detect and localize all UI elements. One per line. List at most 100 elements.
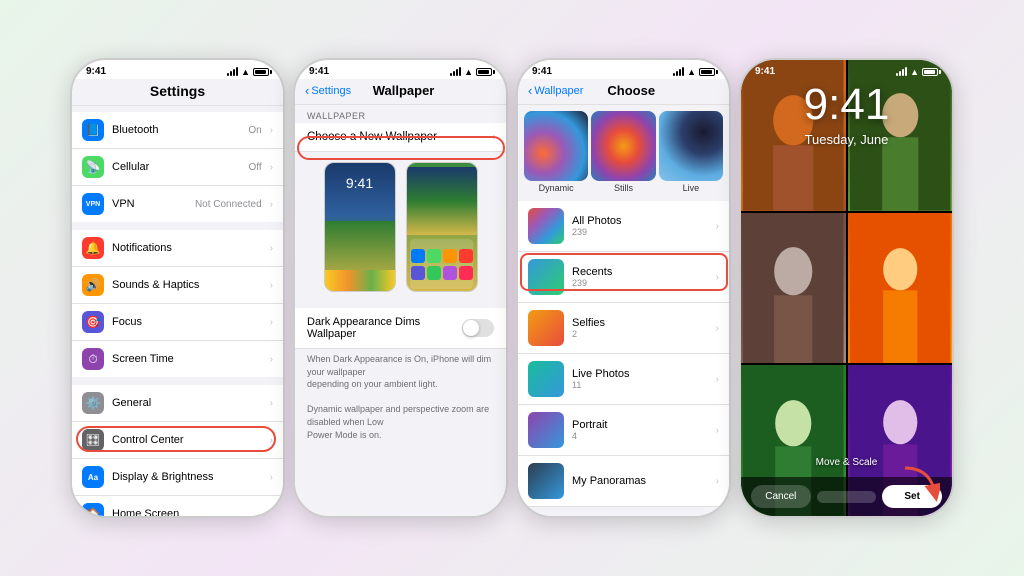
category-dynamic[interactable]: Dynamic — [524, 111, 588, 195]
phone-settings: 9:41 ▲ Settings — [70, 58, 285, 518]
live-label: Live — [659, 181, 723, 195]
settings-item-screentime[interactable]: ⏱ Screen Time › — [72, 341, 283, 377]
screentime-label: Screen Time — [112, 353, 262, 365]
battery-icon-4 — [922, 68, 938, 76]
recents-info: Recents 239 — [572, 266, 708, 288]
desc-line2: depending on your ambient light. — [307, 379, 438, 389]
wallpaper-date: Tuesday, June — [741, 132, 952, 147]
bluetooth-value: On — [248, 125, 261, 136]
wallpaper-time: 9:41 — [741, 80, 952, 130]
controlcenter-icon: 🎛 — [82, 429, 104, 451]
status-time-2: 9:41 — [309, 66, 329, 77]
settings-item-sounds[interactable]: 🔊 Sounds & Haptics › — [72, 267, 283, 304]
back-button-2[interactable]: ‹ Settings — [305, 83, 351, 98]
status-bar-3: 9:41 ▲ — [518, 60, 729, 79]
recents-count: 239 — [572, 278, 708, 288]
status-icons-2: ▲ — [450, 67, 492, 77]
album-recents[interactable]: Recents 239 › — [518, 252, 729, 303]
settings-item-general[interactable]: ⚙️ General › — [72, 385, 283, 422]
stills-label: Stills — [591, 181, 655, 195]
selfies-info: Selfies 2 — [572, 317, 708, 339]
category-stills[interactable]: Stills — [591, 111, 655, 195]
status-bar-1: 9:41 ▲ — [72, 60, 283, 79]
panoramas-chevron: › — [716, 476, 719, 487]
settings-item-homescreen[interactable]: 🏠 Home Screen › — [72, 496, 283, 516]
vpn-value: Not Connected — [195, 199, 262, 210]
panoramas-thumb — [528, 463, 564, 499]
back-button-3[interactable]: ‹ Wallpaper — [528, 83, 583, 98]
nav-title-2: Wallpaper — [351, 83, 456, 98]
panoramas-info: My Panoramas — [572, 475, 708, 487]
settings-item-notifications[interactable]: 🔔 Notifications › — [72, 230, 283, 267]
wifi-icon-3: ▲ — [687, 67, 696, 77]
toggle-label: Dark Appearance Dims Wallpaper — [307, 316, 462, 340]
wifi-icon-4: ▲ — [910, 67, 919, 77]
live-photos-thumb — [528, 361, 564, 397]
all-photos-title: All Photos — [572, 215, 708, 227]
dark-appearance-toggle[interactable] — [462, 319, 494, 337]
nav-title-3: Choose — [583, 83, 679, 98]
chevron-icon-2: › — [270, 162, 273, 173]
phone-set-wallpaper: 9:41 ▲ — [739, 58, 954, 518]
set-button-2[interactable] — [817, 491, 877, 503]
settings-item-focus[interactable]: 🎯 Focus › — [72, 304, 283, 341]
live-photos-chevron: › — [716, 374, 719, 385]
status-time-1: 9:41 — [86, 66, 106, 77]
app-row-2 — [411, 266, 473, 280]
general-icon: ⚙️ — [82, 392, 104, 414]
wallpaper-preview-section: 9:41 — [295, 152, 506, 302]
settings-item-cellular[interactable]: 📡 Cellular Off › — [72, 149, 283, 186]
red-arrow-container — [900, 463, 940, 508]
signal-icon-2 — [450, 68, 461, 76]
home-screen-preview — [406, 162, 478, 292]
settings-item-controlcenter[interactable]: 🎛 Control Center › — [72, 422, 283, 459]
album-portrait[interactable]: Portrait 4 › — [518, 405, 729, 456]
album-live-photos[interactable]: Live Photos 11 › — [518, 354, 729, 405]
album-all-photos[interactable]: All Photos 239 › — [518, 201, 729, 252]
battery-icon-2 — [476, 68, 492, 76]
recents-title: Recents — [572, 266, 708, 278]
category-live[interactable]: Live — [659, 111, 723, 195]
recents-thumb — [528, 259, 564, 295]
album-selfies[interactable]: Selfies 2 › — [518, 303, 729, 354]
cancel-button[interactable]: Cancel — [751, 485, 811, 508]
back-label-3: Wallpaper — [534, 85, 583, 97]
selfies-title: Selfies — [572, 317, 708, 329]
back-label-2: Settings — [311, 85, 351, 97]
live-thumb — [659, 111, 723, 181]
vpn-label: VPN — [112, 198, 187, 210]
wallpaper-description: When Dark Appearance is On, iPhone will … — [295, 349, 506, 445]
phone-choose-wallpaper: 9:41 ▲ ‹ Wallpaper C — [516, 58, 731, 518]
nav-bar-1: Settings — [72, 79, 283, 106]
chevron-icon-6: › — [270, 317, 273, 328]
selfies-chevron: › — [716, 323, 719, 334]
settings-item-vpn[interactable]: VPN VPN Not Connected › — [72, 186, 283, 222]
collage-cell-3 — [741, 213, 846, 364]
album-panoramas[interactable]: My Panoramas › — [518, 456, 729, 507]
chevron-icon: › — [270, 125, 273, 136]
focus-icon: 🎯 — [82, 311, 104, 333]
chevron-icon-10: › — [270, 472, 273, 483]
notifications-icon: 🔔 — [82, 237, 104, 259]
signal-icon-3 — [673, 68, 684, 76]
homescreen-icon: 🏠 — [82, 503, 104, 516]
nav-bar-2: ‹ Settings Wallpaper — [295, 79, 506, 105]
battery-icon-1 — [253, 68, 269, 76]
home-bg — [407, 163, 477, 291]
dynamic-thumb — [524, 111, 588, 181]
choose-new-wallpaper-btn[interactable]: Choose a New Wallpaper › — [295, 123, 506, 152]
status-icons-1: ▲ — [227, 67, 269, 77]
chevron-icon-5: › — [270, 280, 273, 291]
cellular-label: Cellular — [112, 161, 241, 173]
chevron-icon-3: › — [270, 199, 273, 210]
app-row-1 — [411, 249, 473, 263]
live-photos-count: 11 — [572, 380, 708, 390]
status-time-3: 9:41 — [532, 66, 552, 77]
desc-line4: Power Mode is on. — [307, 430, 382, 440]
settings-item-bluetooth[interactable]: 📘 Bluetooth On › — [72, 112, 283, 149]
settings-item-display[interactable]: Aa Display & Brightness › — [72, 459, 283, 496]
dark-appearance-toggle-row: Dark Appearance Dims Wallpaper — [295, 308, 506, 349]
chevron-icon-7: › — [270, 354, 273, 365]
albums-list: All Photos 239 › Recents 239 › — [518, 201, 729, 507]
back-arrow-2: ‹ — [305, 83, 309, 98]
